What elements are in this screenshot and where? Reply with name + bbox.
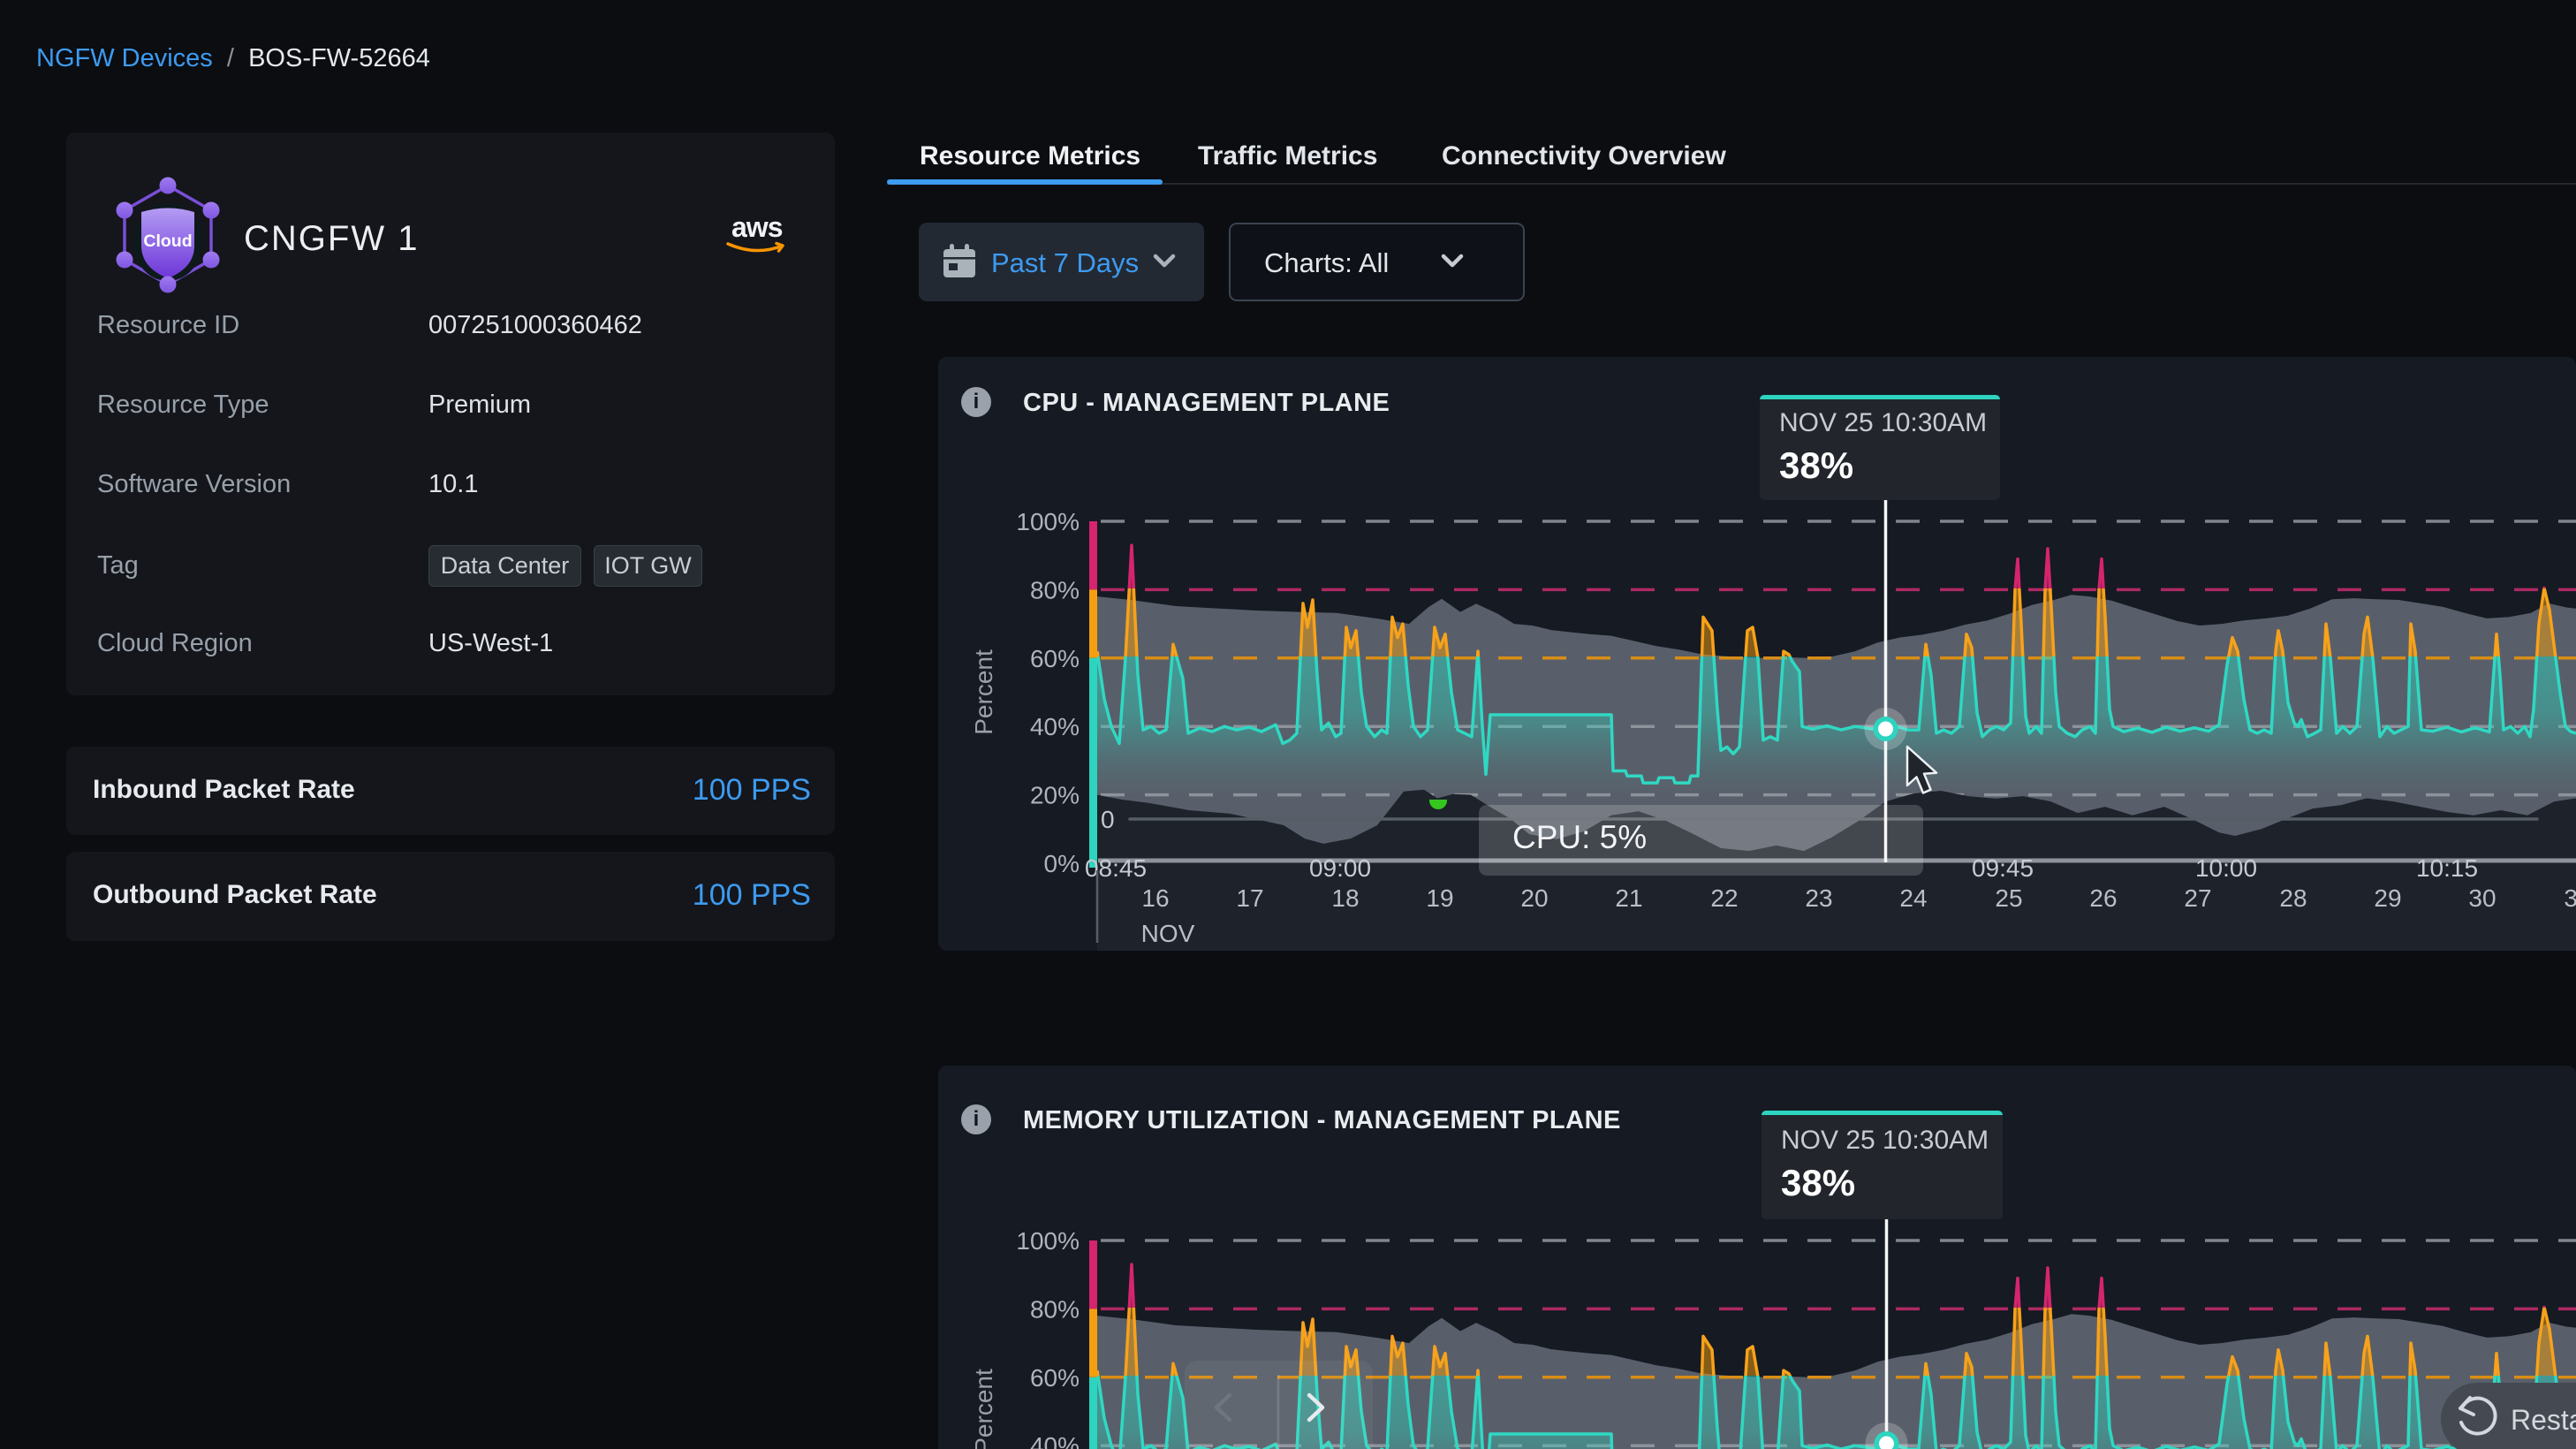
svg-text:100%: 100% <box>1016 508 1080 535</box>
svg-text:60%: 60% <box>1030 1364 1080 1392</box>
svg-text:40%: 40% <box>1030 1432 1080 1449</box>
svg-text:22: 22 <box>1710 884 1738 912</box>
svg-text:Restart: Restart <box>2511 1404 2576 1436</box>
svg-text:30: 30 <box>2468 884 2496 912</box>
svg-text:20%: 20% <box>1030 782 1080 809</box>
svg-text:28: 28 <box>2279 884 2307 912</box>
svg-text:100%: 100% <box>1016 1227 1080 1255</box>
svg-text:16: 16 <box>1141 884 1169 912</box>
svg-text:0: 0 <box>1101 806 1115 833</box>
svg-text:80%: 80% <box>1030 576 1080 603</box>
svg-text:25: 25 <box>1995 884 2022 912</box>
svg-text:10:00: 10:00 <box>2195 854 2257 882</box>
svg-text:29: 29 <box>2374 884 2401 912</box>
svg-text:80%: 80% <box>1030 1295 1080 1323</box>
svg-text:10:15: 10:15 <box>2416 854 2478 882</box>
svg-text:26: 26 <box>2089 884 2117 912</box>
svg-text:CPU: 5%: CPU: 5% <box>1512 819 1647 855</box>
svg-text:09:00: 09:00 <box>1309 854 1371 882</box>
svg-text:40%: 40% <box>1030 713 1080 740</box>
svg-text:0%: 0% <box>1044 850 1080 877</box>
svg-text:Percent: Percent <box>970 649 997 735</box>
svg-text:18: 18 <box>1331 884 1359 912</box>
svg-text:20: 20 <box>1520 884 1548 912</box>
svg-text:60%: 60% <box>1030 645 1080 672</box>
svg-text:08:45: 08:45 <box>1085 854 1147 882</box>
svg-text:09:45: 09:45 <box>1972 854 2034 882</box>
svg-text:24: 24 <box>1899 884 1927 912</box>
svg-text:aws: aws <box>731 211 783 243</box>
svg-text:27: 27 <box>2184 884 2211 912</box>
svg-text:Percent: Percent <box>970 1369 997 1449</box>
svg-text:17: 17 <box>1236 884 1263 912</box>
svg-text:21: 21 <box>1615 884 1642 912</box>
svg-text:19: 19 <box>1426 884 1453 912</box>
svg-text:23: 23 <box>1805 884 1832 912</box>
svg-text:NOV: NOV <box>1141 920 1195 947</box>
svg-text:31: 31 <box>2564 884 2576 912</box>
svg-text:Cloud: Cloud <box>143 231 192 251</box>
